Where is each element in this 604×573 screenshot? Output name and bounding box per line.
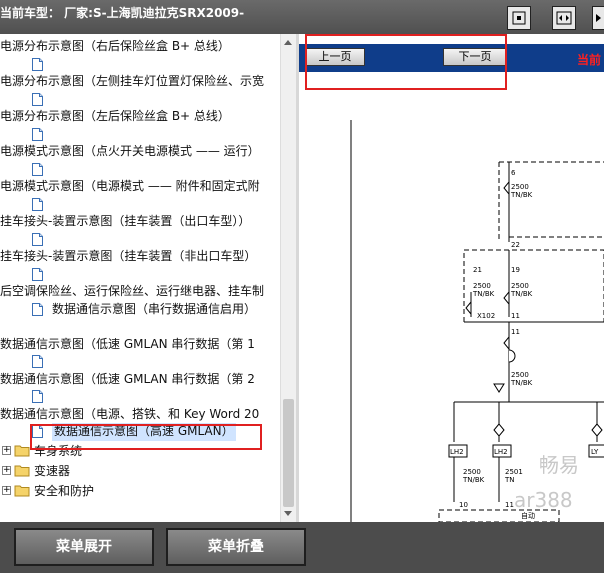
document-icon <box>32 127 43 141</box>
watermark: 畅易 <box>539 453 579 477</box>
diagram-label: 2501 <box>505 468 523 476</box>
diagram-label: 11 <box>511 312 520 320</box>
diagram-label: 6 <box>511 169 516 177</box>
diagram-label: 2500 <box>511 282 529 290</box>
document-icon <box>32 267 43 281</box>
tree-item[interactable]: 挂车接头-装置示意图（挂车装置（出口车型）） <box>0 213 280 231</box>
expand-icon[interactable]: + <box>2 485 11 495</box>
tree-doc-row[interactable] <box>0 231 280 249</box>
tree-doc-row[interactable] <box>0 126 280 144</box>
tree-item[interactable]: 后空调保险丝、运行保险丝、运行继电器、挂车制 <box>0 283 280 301</box>
document-icon <box>32 355 43 368</box>
diagram-viewer: 上一页 下一页 当前 6 2500 TN/BK 22 21 19 2500 TN… <box>299 34 604 522</box>
collapse-menu-button[interactable]: 菜单折叠 <box>166 528 306 566</box>
folder-icon <box>14 465 30 476</box>
tree-folder-transmission[interactable]: + 变速器 <box>0 461 280 481</box>
diagram-label: TN/BK <box>472 290 495 298</box>
tree-item[interactable]: 电源分布示意图（右后保险丝盒 B+ 总线） <box>0 38 280 56</box>
diagram-label: 21 <box>473 266 482 274</box>
diagram-label: 11 <box>511 328 520 336</box>
document-icon <box>32 57 43 71</box>
current-page-label: 当前 <box>577 53 602 67</box>
expand-icon[interactable]: + <box>2 465 11 475</box>
tree-doc-row[interactable] <box>0 388 280 406</box>
next-view-icon[interactable] <box>592 6 604 30</box>
document-icon <box>32 302 43 316</box>
selection-highlight <box>30 424 262 450</box>
tree-item[interactable]: 电源分布示意图（左后保险丝盒 B+ 总线） <box>0 108 280 126</box>
diagram-label: 10 <box>459 501 468 509</box>
tree-doc-row[interactable] <box>0 161 280 179</box>
expand-icon[interactable]: + <box>2 445 11 455</box>
tree-folder-safety[interactable]: + 安全和防护 <box>0 481 280 501</box>
watermark: ar388 <box>514 488 573 512</box>
tree-doc-row[interactable] <box>0 196 280 214</box>
diagram-label: TN/BK <box>510 191 533 199</box>
tree-doc-row[interactable] <box>0 56 280 74</box>
tree-item[interactable]: 数据通信示意图（低速 GMLAN 串行数据（第 1 <box>0 336 280 354</box>
tree-doc-row[interactable] <box>0 91 280 109</box>
tree-item[interactable]: 电源模式示意图（电源模式 —— 附件和固定式附 <box>0 178 280 196</box>
tree-item[interactable]: 电源分布示意图（左侧挂车灯位置灯保险丝、示宽 <box>0 73 280 91</box>
diagram-label: TN/BK <box>510 290 533 298</box>
folder-icon <box>14 445 30 456</box>
title-bar: 当前车型： 厂家:S-上海凯迪拉克SRX2009- <box>0 0 604 34</box>
tree-item[interactable]: 数据通信示意图（电源、搭铁、和 Key Word 20 <box>0 406 280 424</box>
diagram-label: LH2 <box>494 448 508 456</box>
diagram-label: 2500 <box>511 371 529 379</box>
diagram-label: TN/BK <box>462 476 485 484</box>
nav-highlight <box>305 34 507 90</box>
bottom-bar: 菜单展开 菜单折叠 <box>0 522 604 573</box>
tree-item[interactable]: 数据通信示意图（低速 GMLAN 串行数据（第 2 <box>0 371 280 389</box>
diagram-label: 自动 <box>521 511 535 520</box>
diagram-label: LY <box>591 448 599 456</box>
tree-doc-row[interactable] <box>0 353 280 371</box>
tree-item[interactable]: 电源模式示意图（点火开关电源模式 —— 运行） <box>0 143 280 161</box>
expand-menu-button[interactable]: 菜单展开 <box>14 528 154 566</box>
fit-width-icon[interactable] <box>552 6 576 30</box>
diagram-label: 19 <box>511 266 520 274</box>
diagram-label: 2500 <box>463 468 481 476</box>
tree-doc-row[interactable] <box>0 266 280 284</box>
diagram-label: 22 <box>511 241 520 249</box>
diagram-label: 2500 <box>511 183 529 191</box>
tree-scrollbar[interactable] <box>280 34 296 522</box>
diagram-label: TN <box>504 476 515 484</box>
scrollbar-thumb[interactable] <box>283 399 294 507</box>
document-icon <box>32 197 43 211</box>
wiring-diagram: 6 2500 TN/BK 22 21 19 2500 TN/BK 2500 TN… <box>350 120 604 522</box>
car-model-label: 当前车型： 厂家:S-上海凯迪拉克SRX2009- <box>0 6 245 20</box>
diagram-label: 2500 <box>473 282 491 290</box>
diagram-label: 11 <box>505 501 514 509</box>
document-icon <box>32 162 43 176</box>
tree-doc-row[interactable] <box>0 318 280 336</box>
diagram-label: LH2 <box>450 448 464 456</box>
tree-item[interactable]: 数据通信示意图（串行数据通信启用） <box>0 301 280 319</box>
diagram-label: X102 <box>477 312 495 320</box>
document-icon <box>32 92 43 106</box>
scroll-down-icon[interactable] <box>284 511 292 516</box>
document-icon <box>32 232 43 246</box>
tree-panel: 电源分布示意图（右后保险丝盒 B+ 总线） 电源分布示意图（左侧挂车灯位置灯保险… <box>0 34 296 522</box>
tree-item[interactable]: 挂车接头-装置示意图（挂车装置（非出口车型） <box>0 248 280 266</box>
folder-icon <box>14 485 30 496</box>
scroll-up-icon[interactable] <box>284 40 292 45</box>
fit-page-icon[interactable] <box>507 6 531 30</box>
diagram-label: TN/BK <box>510 379 533 387</box>
document-icon <box>32 390 43 403</box>
